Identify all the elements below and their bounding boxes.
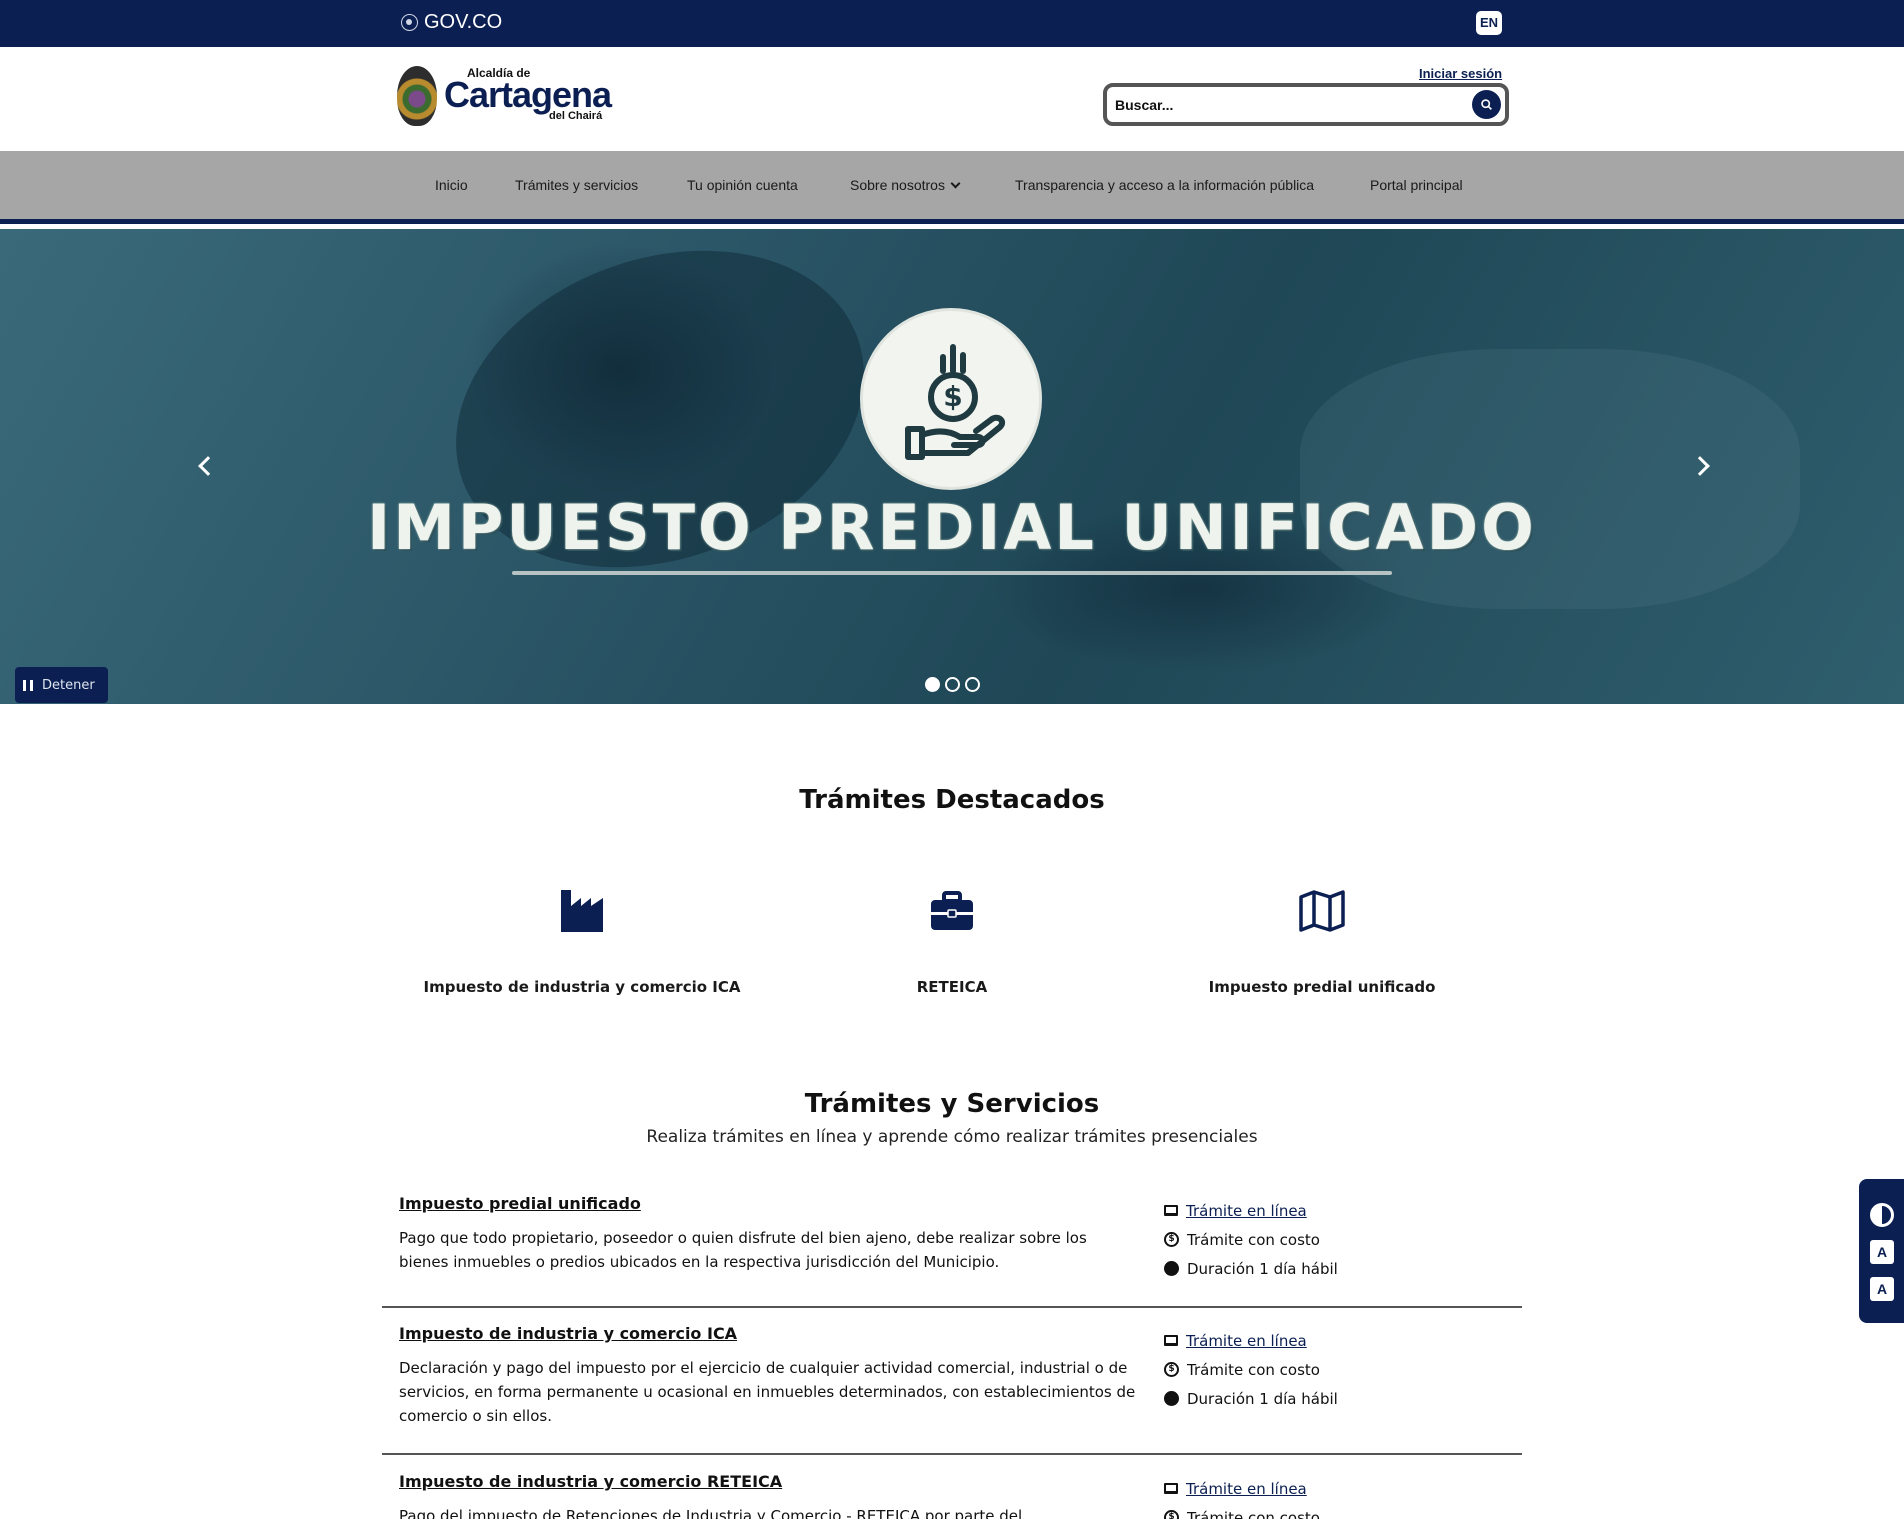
search-icon bbox=[1481, 99, 1492, 110]
laptop-icon bbox=[1164, 1483, 1178, 1494]
gov-top-bar: GOV.CO EN bbox=[0, 0, 1904, 47]
nav-item-opinion[interactable]: Tu opinión cuenta bbox=[687, 177, 798, 193]
service-meta: Trámite en línea $ Trámite con costo Dura… bbox=[1164, 1326, 1338, 1413]
hero-underline bbox=[512, 571, 1392, 575]
search-button[interactable] bbox=[1472, 90, 1501, 119]
nav-item-inicio[interactable]: Inicio bbox=[435, 177, 468, 193]
featured-item-predial[interactable]: Impuesto predial unificado bbox=[1132, 888, 1512, 996]
service-item: Impuesto predial unificado Pago que todo… bbox=[382, 1194, 1522, 1324]
nav-item-sobre-nosotros-label: Sobre nosotros bbox=[850, 177, 945, 193]
service-description: Pago del impuesto de Retenciones de Indu… bbox=[399, 1507, 1023, 1519]
service-title-link[interactable]: Impuesto de industria y comercio ICA bbox=[399, 1324, 737, 1343]
cost-label: Trámite con costo bbox=[1187, 1360, 1320, 1379]
carousel-indicators bbox=[925, 677, 980, 692]
carousel-prev-icon[interactable] bbox=[198, 456, 218, 476]
alcaldia-logo[interactable]: Alcaldía de Cartagena del Chairá bbox=[397, 62, 617, 126]
divider bbox=[382, 1306, 1522, 1308]
carousel-dot-2[interactable] bbox=[945, 677, 960, 692]
factory-icon bbox=[561, 890, 603, 932]
carousel-dot-1[interactable] bbox=[925, 677, 940, 692]
coat-of-arms-icon bbox=[397, 66, 437, 126]
govco-logo[interactable]: GOV.CO bbox=[401, 11, 502, 34]
service-description: Declaración y pago del impuesto por el e… bbox=[399, 1359, 1136, 1425]
laptop-icon bbox=[1164, 1205, 1178, 1216]
govco-brand-text: GOV.CO bbox=[424, 11, 503, 33]
language-toggle-button[interactable]: EN bbox=[1476, 11, 1502, 35]
contrast-toggle-icon[interactable] bbox=[1870, 1203, 1894, 1227]
map-icon bbox=[1299, 890, 1345, 932]
duration-label: Duración 1 día hábil bbox=[1187, 1389, 1338, 1408]
online-tramite-link[interactable]: Trámite en línea bbox=[1186, 1332, 1307, 1350]
service-description: Pago que todo propietario, poseedor o qu… bbox=[399, 1229, 1087, 1271]
briefcase-icon bbox=[931, 891, 973, 930]
services-subtitle: Realiza trámites en línea y aprende cómo… bbox=[646, 1127, 1258, 1147]
search-box bbox=[1103, 83, 1509, 126]
clock-icon bbox=[1164, 1261, 1179, 1276]
pause-label: Detener bbox=[42, 677, 95, 693]
featured-item-reteica[interactable]: RETEICA bbox=[762, 888, 1142, 996]
nav-item-transparencia[interactable]: Transparencia y acceso a la información … bbox=[1015, 177, 1314, 193]
laptop-icon bbox=[1164, 1335, 1178, 1346]
service-item: Impuesto de industria y comercio RETEICA… bbox=[382, 1472, 1522, 1519]
hero-carousel: $ IMPUESTO PREDIAL UNIFICADO Detener bbox=[0, 229, 1904, 704]
seal-icon bbox=[401, 14, 418, 31]
nav-item-sobre-nosotros[interactable]: Sobre nosotros bbox=[850, 177, 961, 193]
cost-icon: $ bbox=[1164, 1362, 1179, 1377]
service-meta: Trámite en línea $ Trámite con costo Dura… bbox=[1164, 1196, 1338, 1283]
featured-item-label: Impuesto de industria y comercio ICA bbox=[423, 978, 741, 996]
hero-background-shape bbox=[1300, 349, 1800, 609]
featured-title: Trámites Destacados bbox=[799, 785, 1105, 815]
site-header: Alcaldía de Cartagena del Chairá Iniciar… bbox=[0, 47, 1904, 151]
online-tramite-link[interactable]: Trámite en línea bbox=[1186, 1202, 1307, 1220]
cost-icon: $ bbox=[1164, 1510, 1179, 1519]
services-title: Trámites y Servicios bbox=[804, 1089, 1100, 1119]
font-increase-button[interactable]: A bbox=[1870, 1277, 1894, 1301]
service-title-link[interactable]: Impuesto predial unificado bbox=[399, 1194, 641, 1213]
featured-item-label: RETEICA bbox=[916, 978, 988, 996]
accessibility-toolbar: A A bbox=[1859, 1179, 1904, 1323]
cost-icon: $ bbox=[1164, 1232, 1179, 1247]
login-link[interactable]: Iniciar sesión bbox=[1419, 66, 1502, 81]
service-item: Impuesto de industria y comercio ICA Dec… bbox=[382, 1324, 1522, 1474]
hero-title: IMPUESTO PREDIAL UNIFICADO bbox=[367, 491, 1537, 564]
chevron-down-icon bbox=[950, 178, 961, 189]
nav-item-tramites[interactable]: Trámites y servicios bbox=[515, 177, 638, 193]
font-decrease-button[interactable]: A bbox=[1870, 1240, 1894, 1264]
featured-item-label: Impuesto predial unificado bbox=[1208, 978, 1436, 996]
logo-line-3: del Chairá bbox=[549, 110, 603, 122]
pause-icon bbox=[23, 679, 33, 691]
nav-item-portal[interactable]: Portal principal bbox=[1370, 177, 1463, 193]
money-hand-icon-circle: $ bbox=[860, 308, 1042, 490]
featured-item-ica[interactable]: Impuesto de industria y comercio ICA bbox=[392, 888, 772, 996]
cost-label: Trámite con costo bbox=[1187, 1230, 1320, 1249]
online-tramite-link[interactable]: Trámite en línea bbox=[1186, 1480, 1307, 1498]
carousel-dot-3[interactable] bbox=[965, 677, 980, 692]
svg-text:$: $ bbox=[943, 380, 962, 413]
service-meta: Trámite en línea $ Trámite con costo bbox=[1164, 1474, 1320, 1519]
service-title-link[interactable]: Impuesto de industria y comercio RETEICA bbox=[399, 1472, 782, 1491]
carousel-pause-button[interactable]: Detener bbox=[15, 667, 108, 703]
cost-label: Trámite con costo bbox=[1187, 1508, 1320, 1519]
main-nav: Inicio Trámites y servicios Tu opinión c… bbox=[0, 151, 1904, 224]
clock-icon bbox=[1164, 1391, 1179, 1406]
money-hand-icon: $ bbox=[905, 344, 1006, 460]
search-input[interactable] bbox=[1115, 91, 1465, 118]
divider bbox=[382, 1453, 1522, 1455]
duration-label: Duración 1 día hábil bbox=[1187, 1259, 1338, 1278]
